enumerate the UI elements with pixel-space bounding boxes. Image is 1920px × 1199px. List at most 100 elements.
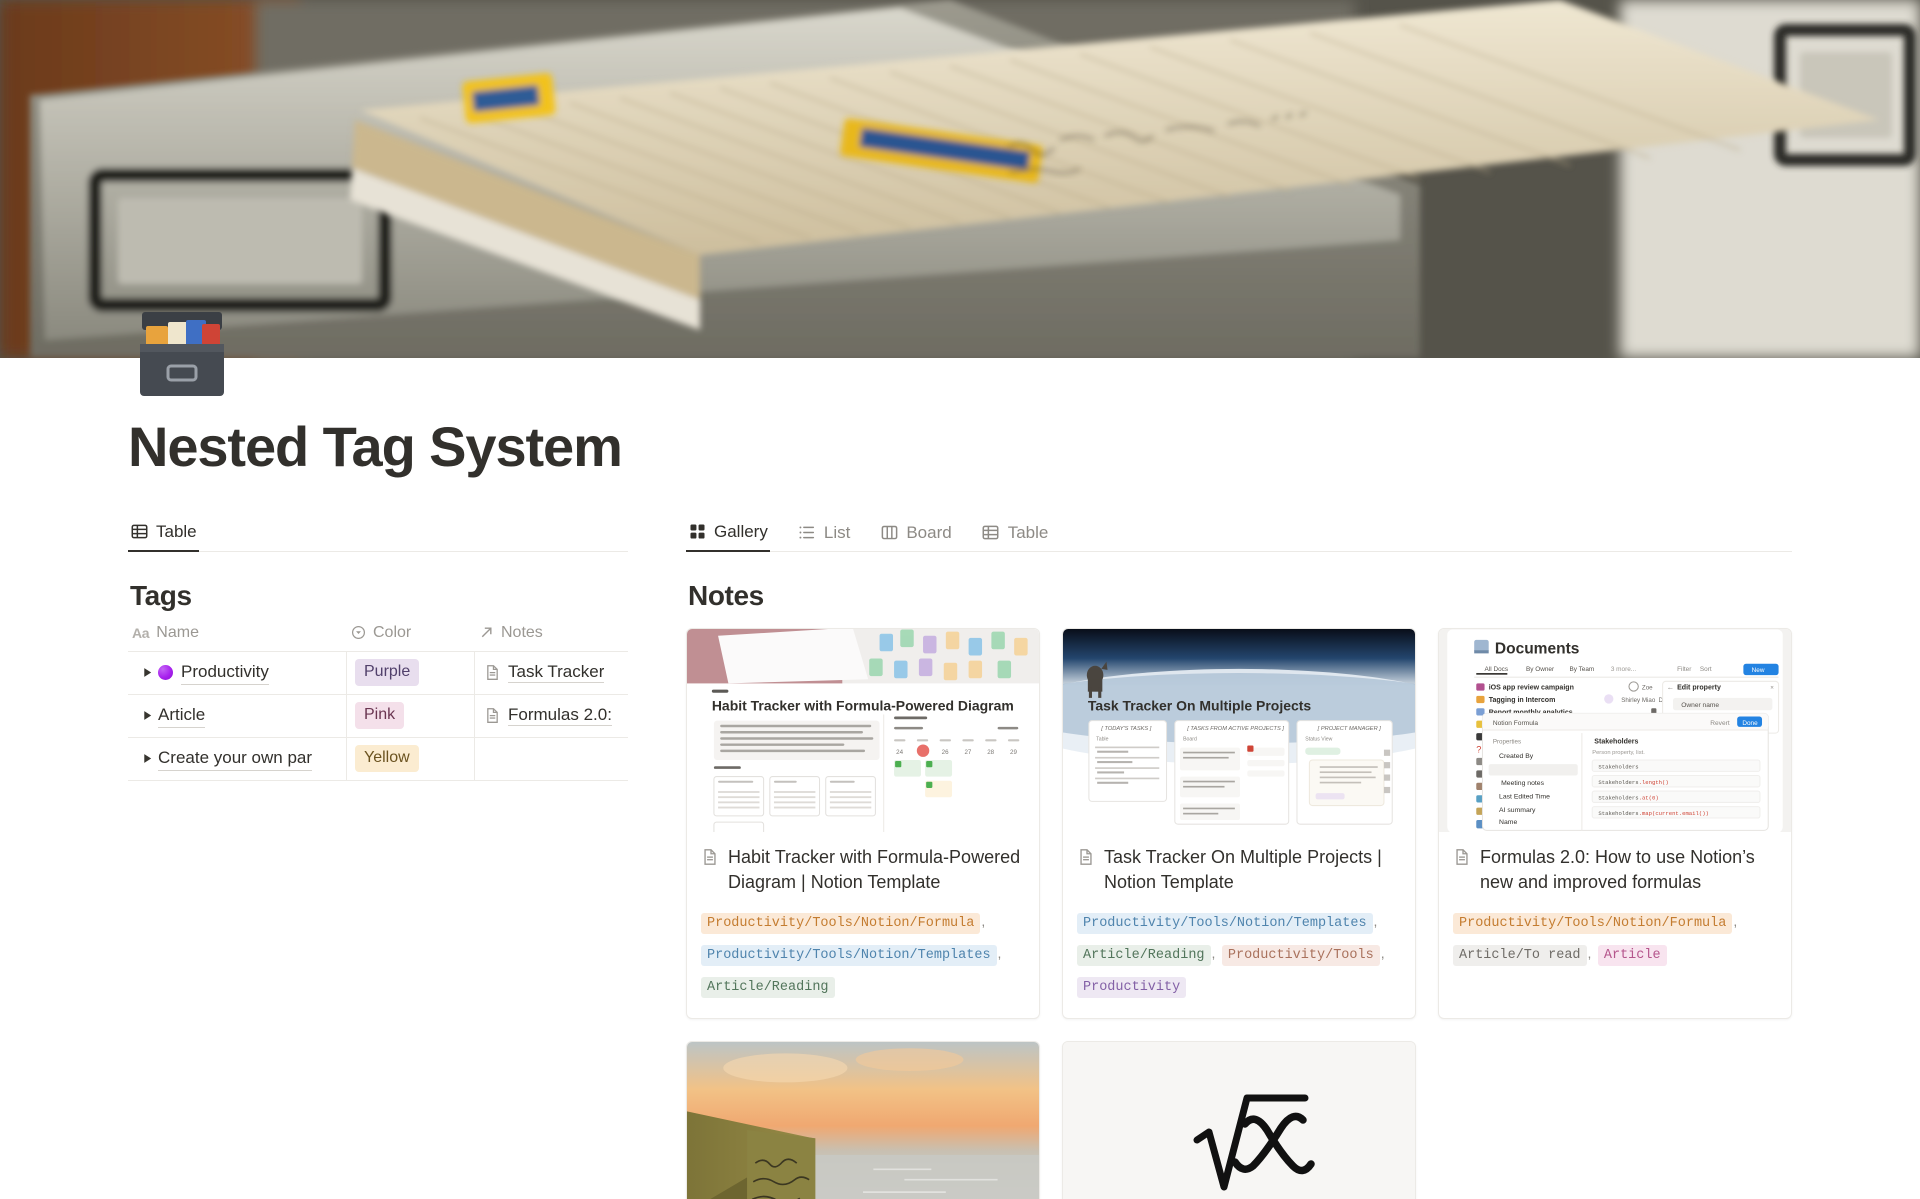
page-document-icon (1453, 848, 1472, 867)
svg-text:By Owner: By Owner (1526, 666, 1555, 673)
relation-arrow-icon (478, 625, 494, 641)
cover-photo (0, 0, 1920, 358)
list-icon (798, 524, 816, 542)
column-header-color[interactable]: Color (346, 624, 474, 642)
table-header-row: Aa Name Color Notes (128, 624, 628, 652)
task-tracker-thumbnail: Task Tracker On Multiple Projects [ TODA… (1063, 628, 1415, 832)
tab-gallery[interactable]: Gallery (686, 520, 770, 552)
svg-text:26: 26 (942, 748, 949, 755)
title-aa-icon: Aa (132, 624, 150, 641)
expand-caret-icon[interactable] (136, 753, 158, 764)
cell-notes[interactable]: Task Tracker (474, 651, 628, 694)
page-cover (0, 0, 1920, 358)
tag-chip[interactable]: Productivity (1077, 976, 1187, 998)
tab-list[interactable]: List (796, 521, 852, 551)
two-column-layout: Table Tags Aa Name Color Notes Productiv… (0, 520, 1920, 1199)
tag-chip[interactable]: Article/Reading (1077, 944, 1211, 966)
tag-chip[interactable]: Article (1597, 944, 1667, 966)
note-title[interactable]: Task Tracker (508, 662, 605, 684)
column-label: Notes (501, 623, 543, 641)
card-title-row: Task Tracker On Multiple Projects | Noti… (1077, 845, 1401, 896)
table-row[interactable]: Productivity Purple Task Tracker (128, 651, 628, 695)
svg-text:AI summary: AI summary (1499, 806, 1536, 813)
column-header-notes[interactable]: Notes (474, 624, 628, 642)
cell-notes[interactable] (474, 737, 628, 780)
gallery-card[interactable]: Documents All Docs By Owner By Team 3 more… (1438, 627, 1792, 1019)
tab-label: Gallery (714, 521, 768, 541)
tag-chip[interactable]: Productivity/Tools (1221, 944, 1380, 966)
column-label: Color (373, 623, 412, 641)
left-column: Table Tags Aa Name Color Notes Productiv… (0, 520, 628, 781)
gallery-cards: Habit Tracker with Formula-Powered Diagr… (686, 627, 1792, 1019)
svg-text:By Team: By Team (1569, 666, 1594, 673)
tab-board[interactable]: Board (878, 521, 953, 551)
right-column: Gallery List Board Table Notes Habit Tra… (628, 520, 1920, 1199)
sunset-journal-thumbnail (687, 1041, 1039, 1199)
page-document-icon (483, 707, 501, 725)
expand-caret-icon[interactable] (136, 667, 158, 678)
page-icon[interactable] (128, 300, 236, 408)
expand-caret-icon[interactable] (136, 710, 158, 721)
svg-text:Sort: Sort (1700, 666, 1712, 673)
tag-chip[interactable]: Productivity/Tools/Notion/Formula (701, 912, 981, 934)
cell-name[interactable]: Create your own par (128, 738, 346, 780)
tag-chip[interactable]: Article/To read (1453, 944, 1587, 966)
tab-label: Board (906, 522, 952, 542)
page-document-icon (1077, 848, 1096, 867)
cell-notes[interactable]: Formulas 2.0: (474, 694, 628, 737)
svg-text:Shirley Miao: Shirley Miao (1621, 697, 1656, 704)
note-relation[interactable]: Formulas 2.0: (483, 705, 612, 727)
square-root-x-thumbnail (1069, 1041, 1409, 1199)
tag-chip[interactable]: Productivity/Tools/Notion/Formula (1453, 912, 1733, 934)
gallery-card[interactable] (1062, 1040, 1416, 1199)
column-header-name[interactable]: Aa Name (128, 624, 346, 642)
svg-text:Stakeholders: Stakeholders (1594, 738, 1638, 745)
card-thumbnail (1063, 1041, 1415, 1199)
tag-separator: , (981, 912, 986, 929)
svg-text:Done: Done (1742, 719, 1758, 726)
tag-name[interactable]: Productivity (181, 661, 269, 685)
cell-name[interactable]: Article (128, 695, 346, 737)
tag-name[interactable]: Create your own par (158, 747, 313, 771)
tab-table[interactable]: Table (980, 521, 1051, 551)
svg-text:28: 28 (987, 748, 994, 755)
documents-formula-thumbnail: Documents All Docs By Owner By Team 3 more… (1439, 628, 1791, 832)
table-icon (130, 523, 148, 541)
tab-table-tags[interactable]: Table (128, 520, 199, 552)
note-title[interactable]: Formulas 2.0: (508, 705, 612, 727)
cell-color[interactable]: Purple (346, 651, 474, 694)
tag-chip[interactable]: Productivity/Tools/Notion/Templates (701, 944, 997, 966)
gallery-card[interactable]: Task Tracker On Multiple Projects [ TODA… (1062, 627, 1416, 1019)
tags-database-title: Tags (130, 579, 192, 611)
card-title: Task Tracker On Multiple Projects | Noti… (1104, 846, 1382, 893)
gallery-card[interactable]: Habit Tracker with Formula-Powered Diagr… (686, 627, 1040, 1019)
card-title-row: Formulas 2.0: How to use Notion’s new an… (1453, 845, 1777, 896)
cell-color[interactable]: Pink (346, 694, 474, 737)
cell-color[interactable]: Yellow (346, 737, 474, 780)
svg-text:Edit property: Edit property (1677, 684, 1721, 691)
color-chip: Yellow (355, 745, 419, 772)
tag-separator: , (1733, 912, 1738, 929)
table-row[interactable]: Article Pink Formulas 2.0: (128, 694, 628, 738)
svg-text:Stakeholders: Stakeholders (1598, 763, 1638, 770)
tag-name[interactable]: Article (158, 704, 206, 728)
tag-color-dot (158, 665, 173, 681)
svg-text:Habit Tracker with Formula-Pow: Habit Tracker with Formula-Powered Diagr… (712, 697, 1014, 713)
svg-text:[ TODAY'S TASKS ]: [ TODAY'S TASKS ] (1100, 726, 1151, 732)
tag-chip[interactable]: Productivity/Tools/Notion/Templates (1077, 912, 1373, 934)
card-title: Habit Tracker with Formula-Powered Diagr… (728, 846, 1021, 893)
tab-label: Table (1007, 522, 1049, 542)
card-thumbnail: Documents All Docs By Owner By Team 3 more… (1439, 628, 1791, 832)
table-row[interactable]: Create your own par Yellow (128, 737, 628, 781)
svg-text:←: ← (1667, 682, 1674, 691)
svg-text:Revert: Revert (1710, 719, 1730, 726)
card-thumbnail (687, 1041, 1039, 1199)
gallery-card[interactable] (686, 1040, 1040, 1199)
tag-chip[interactable]: Article/Reading (701, 976, 835, 998)
note-relation[interactable]: Task Tracker (483, 662, 605, 684)
page-document-icon (483, 664, 501, 682)
notes-view-tabs: Gallery List Board Table (686, 520, 1792, 552)
cell-name[interactable]: Productivity (128, 652, 346, 694)
svg-text:iOS app review campaign: iOS app review campaign (1489, 684, 1574, 691)
svg-text:29: 29 (1010, 748, 1017, 755)
